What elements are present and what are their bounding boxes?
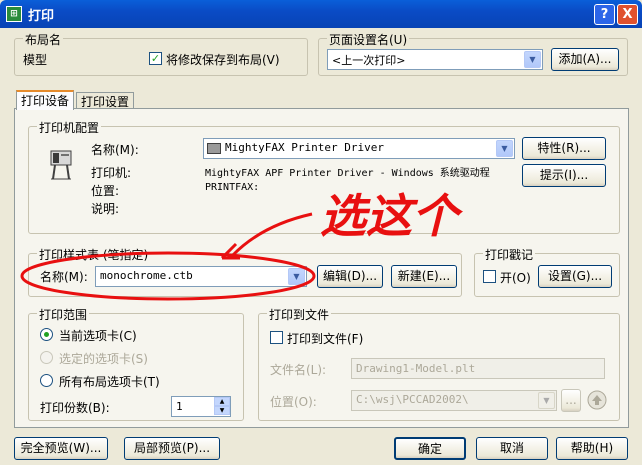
plotter-icon — [50, 150, 72, 180]
page-setup-legend: 页面设置名(U) — [327, 31, 410, 48]
copies-label: 打印份数(B): — [40, 401, 110, 415]
plot-stamp-on-label: 开(O) — [500, 271, 531, 285]
radio-current-tab-label: 当前选项卡(C) — [59, 329, 137, 343]
close-button[interactable]: X — [617, 4, 638, 25]
printer-config-group: 打印机配置 名称(M): MightyFAX Printer Driver ▼ … — [28, 119, 620, 234]
page-setup-selected: <上一次打印> — [332, 54, 406, 67]
printer-name-label: 名称(M): — [91, 143, 139, 157]
plot-range-legend: 打印范围 — [37, 306, 90, 323]
save-changes-label: 将修改保存到布局(V) — [166, 53, 280, 67]
spin-up-icon[interactable]: ▲ — [214, 397, 230, 406]
chevron-down-icon[interactable]: ▼ — [496, 140, 513, 157]
description-label: 说明: — [91, 202, 120, 216]
plot-style-legend: 打印样式表 (笔指定) — [37, 246, 151, 263]
page-setup-select[interactable]: <上一次打印> ▼ — [327, 49, 543, 70]
plot-stamp-legend: 打印戳记 — [483, 246, 536, 263]
cancel-button[interactable]: 取消 — [476, 437, 548, 460]
add-page-setup-button[interactable]: 添加(A)... — [551, 48, 619, 71]
page-setup-group: 页面设置名(U) <上一次打印> ▼ 添加(A)... — [318, 31, 628, 76]
plot-style-group: 打印样式表 (笔指定) 名称(M): monochrome.ctb ▼ 编辑(D… — [28, 246, 462, 297]
plot-style-name-label: 名称(M): — [40, 270, 88, 284]
window-title: 打印 — [28, 9, 55, 24]
new-button[interactable]: 新建(E)... — [391, 265, 457, 288]
layout-name-legend: 布局名 — [23, 31, 64, 48]
chevron-down-icon[interactable]: ▼ — [524, 51, 541, 68]
file-location-value: C:\wsj\PCCAD2002\ — [356, 393, 469, 406]
printer-config-legend: 打印机配置 — [37, 119, 102, 136]
file-location-select[interactable]: C:\wsj\PCCAD2002\ ▼ — [351, 390, 557, 411]
spin-down-icon[interactable]: ▼ — [214, 406, 230, 415]
chevron-down-icon[interactable]: ▼ — [538, 392, 555, 409]
edit-button[interactable]: 编辑(D)... — [317, 265, 383, 288]
browse-button[interactable]: ... — [561, 389, 581, 412]
radio-current-tab[interactable] — [40, 328, 53, 341]
properties-button[interactable]: 特性(R)... — [522, 137, 606, 160]
chevron-down-icon[interactable]: ▼ — [288, 268, 305, 285]
radio-selected-tabs[interactable] — [40, 351, 53, 364]
radio-all-layout-tabs[interactable] — [40, 374, 53, 387]
printer-small-icon — [207, 143, 221, 154]
filename-label: 文件名(L): — [270, 363, 327, 377]
layout-name-value: 模型 — [23, 53, 48, 67]
partial-preview-button[interactable]: 局部预览(P)... — [124, 437, 220, 460]
copies-spinner[interactable]: ▲ ▼ — [214, 397, 230, 416]
radio-selected-tabs-label: 选定的选项卡(S) — [59, 352, 148, 366]
stamp-settings-button[interactable]: 设置(G)... — [538, 265, 612, 288]
hints-button[interactable]: 提示(I)... — [522, 164, 606, 187]
printer-name-value: MightyFAX Printer Driver — [225, 141, 384, 154]
title-bar: ⊞ 打印 ? X — [0, 0, 642, 28]
plot-to-file-label: 打印到文件(F) — [287, 332, 364, 346]
plot-to-file-group: 打印到文件 打印到文件(F) 文件名(L): Drawing1-Model.pl… — [258, 306, 620, 421]
help-title-button[interactable]: ? — [594, 4, 615, 25]
printer-name-select[interactable]: MightyFAX Printer Driver ▼ — [203, 138, 515, 159]
app-icon: ⊞ — [6, 6, 22, 22]
file-location-label: 位置(O): — [270, 395, 317, 409]
save-changes-checkbox[interactable]: ✓ — [149, 52, 162, 65]
help-button[interactable]: 帮助(H) — [556, 437, 628, 460]
printer-label: 打印机: — [91, 166, 132, 180]
layout-name-group: 布局名 模型 ✓ 将修改保存到布局(V) — [14, 31, 308, 76]
location-label: 位置: — [91, 184, 120, 198]
full-preview-button[interactable]: 完全预览(W)... — [14, 437, 108, 460]
browse-folder-icon[interactable] — [587, 389, 607, 411]
ok-button[interactable]: 确定 — [394, 437, 466, 460]
location-value: PRINTFAX: — [205, 182, 260, 193]
tab-plot-device[interactable]: 打印设备 — [16, 90, 75, 110]
plot-stamp-group: 打印戳记 开(O) 设置(G)... — [474, 246, 620, 297]
plot-style-select[interactable]: monochrome.ctb ▼ — [95, 266, 307, 287]
printer-value: MightyFAX APF Printer Driver - Windows 系… — [205, 168, 490, 179]
plot-stamp-checkbox[interactable] — [483, 270, 496, 283]
plot-to-file-legend: 打印到文件 — [267, 306, 332, 323]
radio-all-layout-tabs-label: 所有布局选项卡(T) — [59, 375, 160, 389]
plot-to-file-checkbox[interactable] — [270, 331, 283, 344]
plot-style-value: monochrome.ctb — [100, 269, 193, 282]
filename-input[interactable]: Drawing1-Model.plt — [351, 358, 605, 379]
plot-range-group: 打印范围 当前选项卡(C) 选定的选项卡(S) 所有布局选项卡(T) 打印份数(… — [28, 306, 244, 421]
